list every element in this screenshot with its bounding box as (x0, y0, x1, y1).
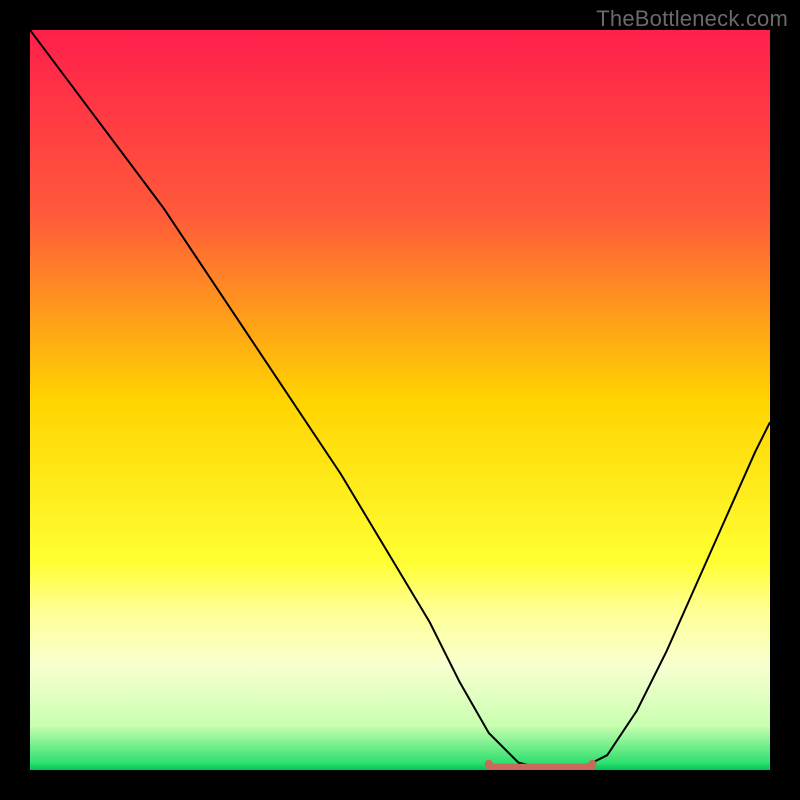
optimal-range-marker (489, 764, 593, 768)
plot-area (30, 30, 770, 770)
chart-svg (30, 30, 770, 770)
chart-container: TheBottleneck.com (0, 0, 800, 800)
gradient-background (30, 30, 770, 770)
watermark-text: TheBottleneck.com (596, 6, 788, 32)
